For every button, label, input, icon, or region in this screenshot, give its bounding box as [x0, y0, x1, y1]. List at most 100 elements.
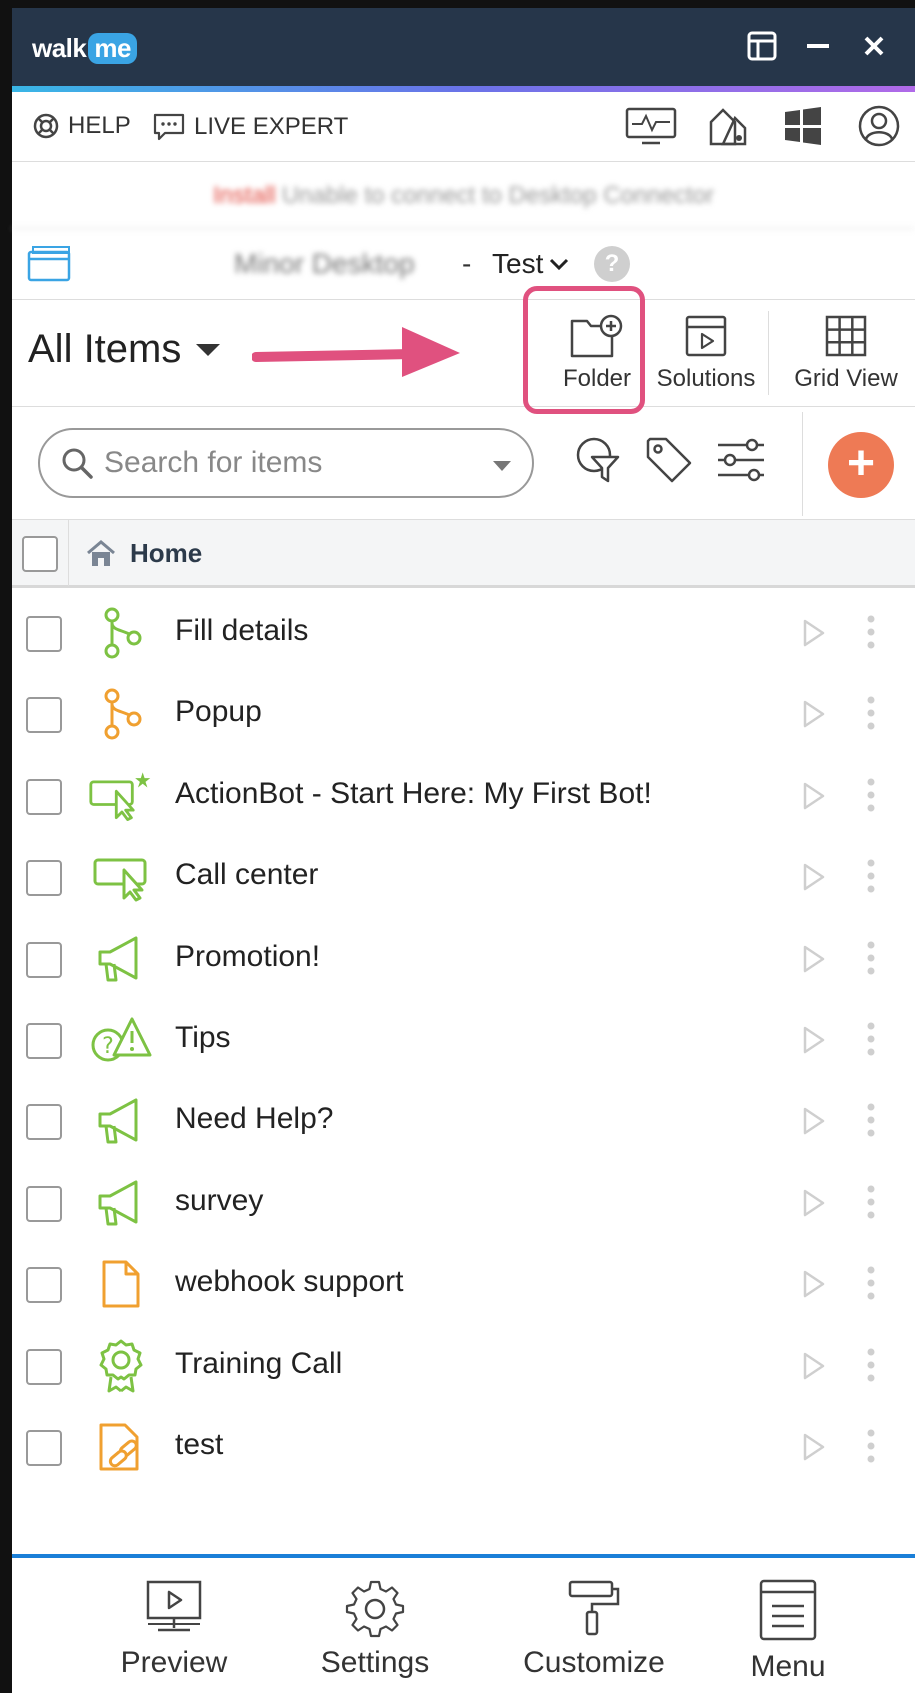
- item-name: ActionBot - Start Here: My First Bot!: [175, 776, 652, 810]
- list-item[interactable]: webhook support: [12, 1243, 915, 1324]
- megaphone-icon: [88, 1176, 154, 1230]
- play-icon[interactable]: [802, 1025, 826, 1060]
- minimize-icon[interactable]: [801, 28, 835, 64]
- item-checkbox[interactable]: [26, 697, 62, 734]
- list-item[interactable]: Promotion!: [12, 918, 915, 999]
- install-link[interactable]: Install: [213, 182, 276, 209]
- play-icon[interactable]: [802, 1106, 826, 1141]
- play-icon[interactable]: [802, 1351, 826, 1386]
- more-options-icon[interactable]: [866, 1428, 876, 1469]
- menu-label: Menu: [750, 1650, 826, 1683]
- more-options-icon[interactable]: [866, 940, 876, 981]
- search-box[interactable]: [38, 428, 534, 498]
- filter-icon[interactable]: [572, 432, 622, 488]
- help-label: HELP: [68, 112, 131, 139]
- list-item[interactable]: Training Call: [12, 1325, 915, 1406]
- more-options-icon[interactable]: [866, 1184, 876, 1225]
- item-checkbox[interactable]: [26, 778, 62, 815]
- item-checkbox[interactable]: [26, 1348, 62, 1385]
- megaphone-icon: [88, 1094, 154, 1148]
- select-all-checkbox[interactable]: [22, 536, 58, 572]
- play-icon[interactable]: [802, 1432, 826, 1467]
- lifebuoy-icon: [33, 113, 59, 139]
- search-input[interactable]: [104, 446, 464, 480]
- list-item[interactable]: ActionBot - Start Here: My First Bot!: [12, 755, 915, 836]
- play-icon[interactable]: [802, 618, 826, 653]
- item-checkbox[interactable]: [26, 1185, 62, 1222]
- item-checkbox[interactable]: [26, 860, 62, 897]
- env-separator: -: [462, 248, 472, 279]
- item-checkbox[interactable]: [26, 1104, 62, 1141]
- bottom-navigation: Preview Settings Customize Menu: [12, 1554, 915, 1693]
- breadcrumb-divider: [68, 520, 69, 586]
- item-checkbox[interactable]: [26, 1022, 62, 1059]
- search-row: +: [12, 408, 915, 520]
- item-checkbox[interactable]: [26, 616, 62, 652]
- menu-icon: [759, 1579, 817, 1641]
- play-icon[interactable]: [802, 862, 826, 897]
- list-item[interactable]: test: [12, 1406, 915, 1487]
- walkme-editor-window: walk me HELP LIVE EXPERT Install Unable …: [0, 0, 915, 1693]
- list-item[interactable]: Need Help?: [12, 1080, 915, 1161]
- add-item-button[interactable]: +: [828, 432, 894, 498]
- folder-highlight-box: [523, 286, 645, 414]
- paint-roller-icon: [568, 1580, 620, 1636]
- item-name: Fill details: [175, 614, 309, 647]
- breadcrumb-home[interactable]: Home: [86, 538, 202, 569]
- search-dropdown-caret-icon[interactable]: [492, 460, 512, 472]
- settings-sliders-icon[interactable]: [716, 432, 766, 488]
- settings-button[interactable]: Settings: [300, 1578, 450, 1680]
- more-options-icon[interactable]: [866, 1347, 876, 1388]
- solutions-label: Solutions: [656, 365, 756, 392]
- preview-button[interactable]: Preview: [104, 1578, 244, 1680]
- play-icon[interactable]: [802, 781, 826, 816]
- item-name: Popup: [175, 695, 262, 729]
- play-icon[interactable]: [802, 699, 826, 734]
- play-icon[interactable]: [802, 1269, 826, 1304]
- layout-toggle-icon[interactable]: [745, 28, 779, 64]
- help-bar: HELP LIVE EXPERT: [12, 92, 915, 162]
- menu-button[interactable]: Menu: [728, 1578, 848, 1684]
- close-icon[interactable]: [857, 28, 891, 64]
- play-icon[interactable]: [802, 1188, 826, 1223]
- list-item[interactable]: survey: [12, 1162, 915, 1243]
- smart-walkthru-icon: [88, 687, 154, 741]
- item-checkbox[interactable]: [26, 1429, 62, 1466]
- windows-icon[interactable]: [775, 102, 831, 150]
- system-name[interactable]: Minor Desktop: [234, 248, 415, 280]
- chevron-down-icon: [550, 258, 569, 271]
- tag-icon[interactable]: [644, 432, 694, 488]
- palette-icon[interactable]: [699, 102, 755, 150]
- item-checkbox[interactable]: [26, 1267, 62, 1304]
- title-bar: walk me: [12, 8, 915, 86]
- play-icon[interactable]: [802, 944, 826, 979]
- user-icon[interactable]: [851, 102, 907, 150]
- environment-bar: Minor Desktop - Test ?: [12, 230, 915, 300]
- solutions-button[interactable]: Solutions: [646, 313, 766, 393]
- more-options-icon[interactable]: [866, 1102, 876, 1143]
- caret-down-icon: [196, 343, 221, 356]
- more-options-icon[interactable]: [866, 1021, 876, 1062]
- browser-window-icon[interactable]: [26, 244, 72, 289]
- more-options-icon[interactable]: [866, 777, 876, 818]
- environment-help-icon[interactable]: ?: [594, 246, 630, 282]
- more-options-icon[interactable]: [866, 858, 876, 899]
- help-link[interactable]: HELP: [32, 112, 131, 140]
- list-item[interactable]: Fill details: [12, 592, 915, 673]
- item-checkbox[interactable]: [26, 941, 62, 978]
- grid-view-button[interactable]: Grid View: [782, 313, 910, 393]
- more-options-icon[interactable]: [866, 1265, 876, 1306]
- all-items-dropdown[interactable]: All Items: [28, 327, 221, 372]
- environment-selector[interactable]: Test: [492, 248, 569, 280]
- list-item[interactable]: Call center: [12, 836, 915, 917]
- settings-label: Settings: [320, 1646, 430, 1679]
- customize-button[interactable]: Customize: [504, 1578, 684, 1680]
- list-item[interactable]: ? Tips: [12, 999, 915, 1080]
- item-name: survey: [175, 1183, 264, 1217]
- more-options-icon[interactable]: [866, 695, 876, 736]
- monitor-icon[interactable]: [623, 102, 679, 150]
- list-item[interactable]: Popup: [12, 673, 915, 754]
- more-options-icon[interactable]: [866, 614, 876, 655]
- live-expert-link[interactable]: LIVE EXPERT: [152, 112, 348, 142]
- breadcrumb: Home: [12, 520, 915, 588]
